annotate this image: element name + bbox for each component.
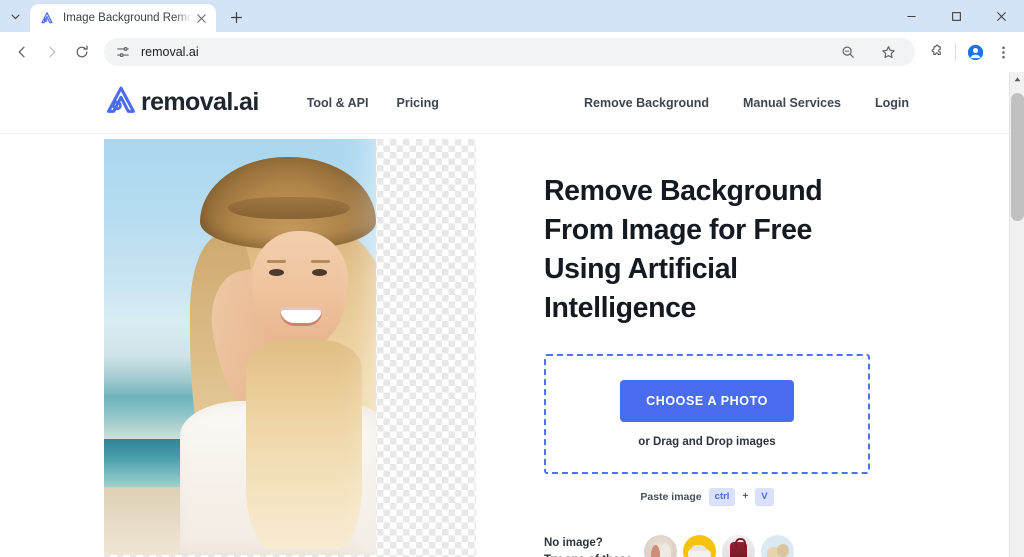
scroll-up-arrow-icon[interactable] [1010,72,1024,87]
new-tab-plus-icon[interactable] [222,3,250,31]
eyebrow-left [267,260,286,263]
site-header: removal.ai Tool & API Pricing Remove Bac… [0,72,1009,134]
paste-image-label: Paste image [640,490,702,503]
sample-images-label: No image? Try one of these [544,535,632,557]
tab-list-chevron-down-icon[interactable] [4,5,26,27]
tab-search-area [0,0,30,32]
sample-people-icon[interactable] [644,535,678,557]
sample-backpack-icon[interactable] [722,535,756,557]
tab-close-icon[interactable] [192,9,210,27]
sample-dog-icon[interactable] [761,535,795,557]
choose-a-photo-button[interactable]: CHOOSE A PHOTO [620,380,794,423]
original-photo [104,139,376,555]
address-bar[interactable]: removal.ai [104,38,915,66]
address-bar-actions [835,39,905,65]
scrollbar-track[interactable] [1010,87,1024,557]
removal-ai-logo-icon [104,85,138,120]
search-zoom-icon[interactable] [835,39,861,65]
eye-right [312,269,327,276]
extensions-puzzle-piece-icon[interactable] [923,39,949,65]
browser-toolbar: removal.ai [0,32,1024,72]
key-ctrl: ctrl [708,488,736,506]
sample-thumbnails [644,535,795,557]
toolbar-divider [955,43,956,61]
three-dot-menu-icon[interactable] [990,39,1016,65]
eye-left [269,269,284,276]
sample-label-line2: Try one of these [544,552,632,557]
reload-icon[interactable] [68,38,96,66]
hero-section: Remove Background From Image for Free Us… [0,134,1009,557]
sample-images-row: No image? Try one of these [544,535,876,557]
page-title: Remove Background From Image for Free Us… [544,175,823,325]
hero-content: Remove Background From Image for Free Us… [476,134,876,557]
removal-ai-logo-icon [39,10,55,26]
nav-item-pricing[interactable]: Pricing [397,96,439,110]
site-brand-name: removal.ai [141,88,259,116]
site-brand[interactable]: removal.ai [104,85,259,120]
window-controls [889,0,1024,32]
browser-tab[interactable]: Image Background Remover | R [30,4,216,32]
drag-and-drop-hint: or Drag and Drop images [638,436,776,449]
bookmark-star-icon[interactable] [875,39,901,65]
address-bar-url[interactable]: removal.ai [141,45,835,59]
browser-titlebar: Image Background Remover | R [0,0,1024,32]
nav-item-tool-api[interactable]: Tool & API [307,96,369,110]
nav-item-manual-services[interactable]: Manual Services [743,96,841,110]
minimize-icon[interactable] [889,0,934,32]
tab-title: Image Background Remover | R [63,12,192,24]
hat-band [228,197,350,219]
key-v: V [755,488,774,506]
hair-front [246,339,362,549]
upload-dropzone[interactable]: CHOOSE A PHOTO or Drag and Drop images [544,354,870,475]
smiling-mouth [280,307,322,326]
site-nav-left: Tool & API Pricing [307,96,439,110]
page-scrollbar[interactable] [1009,72,1024,557]
nav-item-login[interactable]: Login [875,96,909,110]
eyebrow-right [311,260,330,263]
account-avatar-icon[interactable] [962,39,988,65]
page-viewport: removal.ai Tool & API Pricing Remove Bac… [0,72,1024,557]
paste-image-hint: Paste image ctrl + V [544,488,870,506]
site-nav-right: Remove Background Manual Services Login [584,96,1009,110]
tune-sliders-icon[interactable] [114,43,132,61]
forward-arrow-right-icon[interactable] [38,38,66,66]
before-after-preview-image [104,139,476,557]
sample-label-line1: No image? [544,537,603,550]
face [252,231,348,349]
key-plus-separator: + [742,491,749,503]
nav-item-remove-background[interactable]: Remove Background [584,96,709,110]
sample-car-icon[interactable] [683,535,717,557]
maximize-icon[interactable] [934,0,979,32]
browser-window: Image Background Remover | R [0,0,1024,557]
back-arrow-left-icon[interactable] [8,38,36,66]
scrollbar-thumb[interactable] [1010,93,1024,221]
web-page: removal.ai Tool & API Pricing Remove Bac… [0,72,1009,557]
window-close-icon[interactable] [979,0,1024,32]
